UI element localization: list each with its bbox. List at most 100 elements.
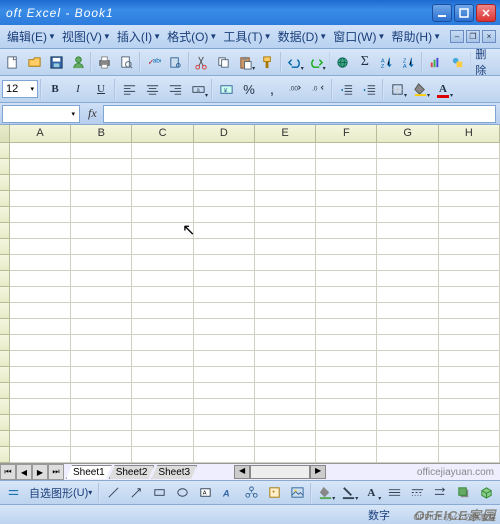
cell[interactable] [377,335,438,351]
cell[interactable] [132,271,193,287]
cell[interactable] [71,447,132,463]
tab-first-button[interactable]: ⏮ [0,464,16,480]
cell[interactable] [194,223,255,239]
cell[interactable] [194,191,255,207]
col-header[interactable]: G [377,125,438,142]
row-header[interactable] [0,143,10,159]
cell[interactable] [10,239,71,255]
cell[interactable] [10,223,71,239]
cell[interactable] [377,383,438,399]
cell[interactable] [10,431,71,447]
cell[interactable] [439,383,500,399]
cell[interactable] [316,319,377,335]
rectangle-tool[interactable] [148,482,170,503]
row-header[interactable] [0,431,10,447]
cell[interactable] [439,271,500,287]
col-header[interactable]: C [132,125,193,142]
cell[interactable] [194,159,255,175]
cell[interactable] [377,271,438,287]
cell[interactable] [10,415,71,431]
line-style-tool[interactable] [383,482,405,503]
cell[interactable] [10,303,71,319]
cell[interactable] [439,447,500,463]
cell[interactable] [316,239,377,255]
arrow-style-tool[interactable] [429,482,451,503]
cell[interactable] [10,143,71,159]
name-box[interactable]: ▾ [2,105,80,123]
borders-button[interactable]: ▾ [386,79,408,100]
cell[interactable] [377,223,438,239]
copy-button[interactable] [213,52,234,73]
sheet-tab[interactable]: Sheet1 [66,465,112,479]
cell[interactable] [194,383,255,399]
cell[interactable] [71,143,132,159]
cell[interactable] [439,399,500,415]
cell[interactable] [255,319,316,335]
cell[interactable] [439,431,500,447]
cell[interactable] [10,399,71,415]
3d-tool[interactable] [475,482,497,503]
cell[interactable] [71,319,132,335]
increase-indent-button[interactable] [358,79,380,100]
cell[interactable] [10,319,71,335]
cell[interactable] [132,287,193,303]
cell[interactable] [255,143,316,159]
row-header[interactable] [0,255,10,271]
cell[interactable] [194,271,255,287]
currency-button[interactable]: ¥ [215,79,237,100]
cell[interactable] [132,447,193,463]
cell[interactable] [132,431,193,447]
paste-button[interactable]: ▾ [235,52,256,73]
align-right-button[interactable] [164,79,186,100]
formula-input[interactable] [103,105,496,123]
cell[interactable] [194,143,255,159]
cell[interactable] [377,319,438,335]
cell[interactable] [255,223,316,239]
cell[interactable] [194,303,255,319]
cell[interactable] [255,271,316,287]
cell[interactable] [439,159,500,175]
font-color-tool[interactable]: A▾ [360,482,382,503]
col-header[interactable]: A [10,125,71,142]
cell[interactable] [132,223,193,239]
cell[interactable] [439,175,500,191]
cell[interactable] [71,159,132,175]
col-header[interactable]: B [71,125,132,142]
cell[interactable] [439,223,500,239]
cell[interactable] [194,175,255,191]
cell[interactable] [255,175,316,191]
cell[interactable] [194,399,255,415]
cell[interactable] [316,271,377,287]
cell[interactable] [439,255,500,271]
hscroll-right-button[interactable]: ▶ [310,465,326,479]
cell[interactable] [439,367,500,383]
cell[interactable] [71,207,132,223]
tab-last-button[interactable]: ⏭ [48,464,64,480]
menu-format[interactable]: 格式(O)▼ [164,26,220,47]
cell[interactable] [132,383,193,399]
percent-button[interactable]: % [238,79,260,100]
cell[interactable] [316,383,377,399]
cell[interactable] [377,431,438,447]
cell[interactable] [316,191,377,207]
wordart-tool[interactable]: A [217,482,239,503]
cell[interactable] [10,175,71,191]
cell[interactable] [194,207,255,223]
cell[interactable] [132,319,193,335]
redo-button[interactable]: ▾ [306,52,327,73]
align-center-button[interactable] [141,79,163,100]
col-header[interactable]: D [194,125,255,142]
cell[interactable] [377,367,438,383]
row-header[interactable] [0,239,10,255]
cell[interactable] [194,319,255,335]
cell[interactable] [71,271,132,287]
merge-center-button[interactable]: a▾ [187,79,209,100]
cell[interactable] [71,303,132,319]
cell[interactable] [71,431,132,447]
cell[interactable] [439,207,500,223]
cell[interactable] [194,351,255,367]
row-header[interactable] [0,287,10,303]
cell[interactable] [71,399,132,415]
row-header[interactable] [0,175,10,191]
cell[interactable] [439,287,500,303]
